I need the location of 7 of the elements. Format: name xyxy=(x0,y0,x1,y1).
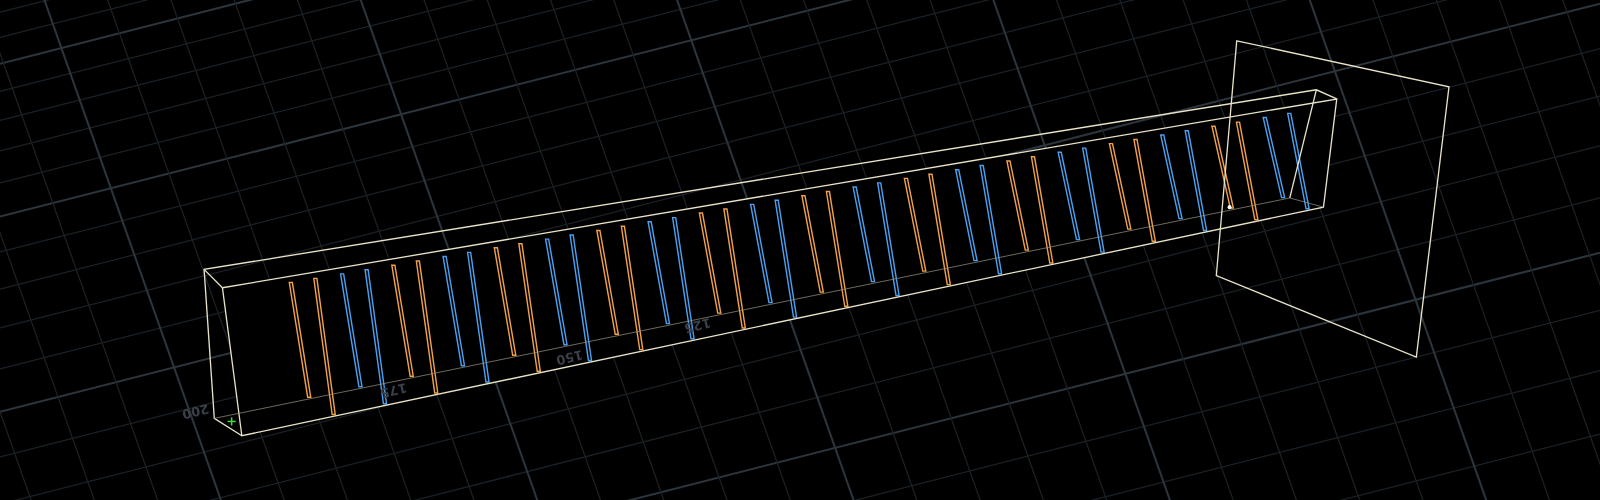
grid-label: 200 xyxy=(180,401,211,422)
origin-axis-icon xyxy=(226,416,237,427)
grid-label: 150 xyxy=(554,347,585,368)
grid-label: 175 xyxy=(378,380,409,401)
3d-viewport[interactable]: 200 175 150 125 xyxy=(0,0,1600,500)
point-marker xyxy=(1227,205,1232,210)
grid-label: 125 xyxy=(682,315,713,336)
